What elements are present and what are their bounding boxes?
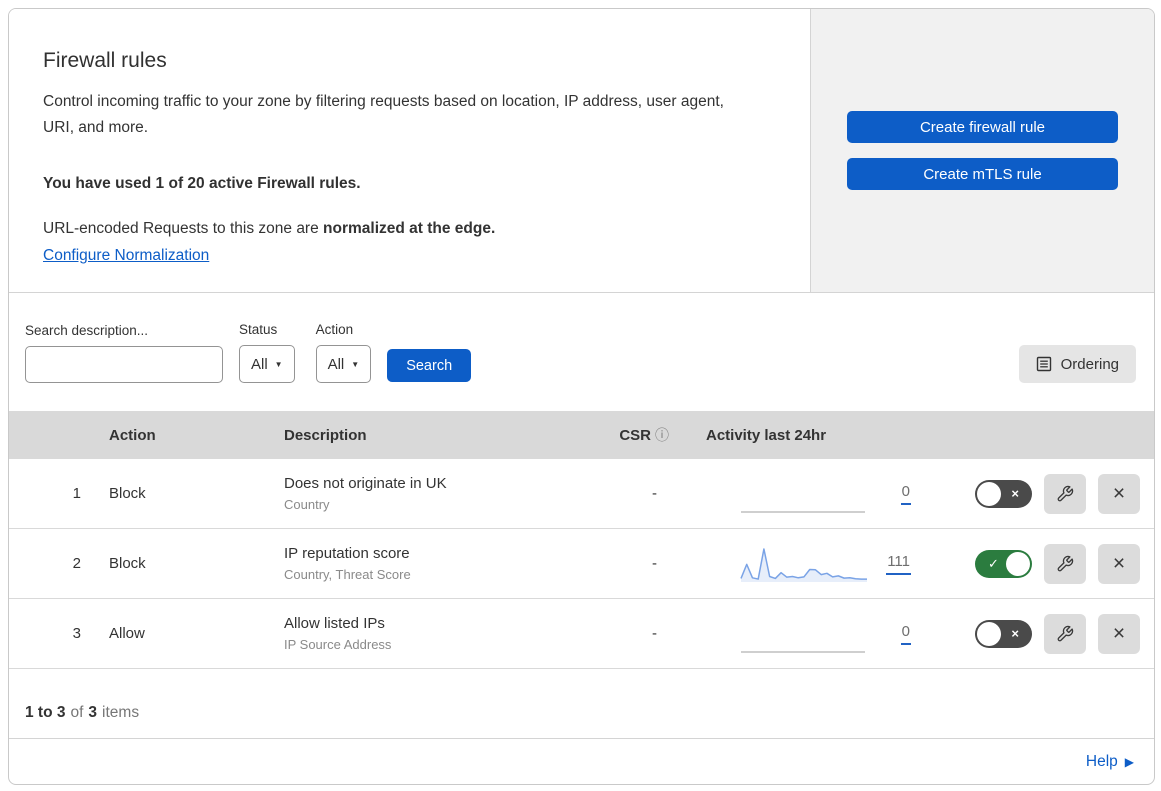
ordering-label: Ordering <box>1060 355 1119 373</box>
rule-action: Block <box>109 555 146 572</box>
search-button[interactable]: Search <box>387 349 472 382</box>
wrench-icon <box>1057 485 1074 501</box>
rule-enable-toggle[interactable]: ✓ × <box>975 549 1032 578</box>
activity-sparkline <box>741 510 865 513</box>
configure-normalization-link[interactable]: Configure Normalization <box>43 247 209 265</box>
action-value: All <box>327 355 345 373</box>
wrench-icon <box>1057 555 1074 571</box>
action-label: Action <box>315 322 354 337</box>
column-activity: Activity last 24hr <box>706 426 827 444</box>
activity-sparkline <box>741 650 865 653</box>
activity-count-link[interactable]: 0 <box>900 623 911 645</box>
status-select[interactable]: All ▼ <box>239 345 295 383</box>
header-text-block: Firewall rules Control incoming traffic … <box>9 9 811 292</box>
header-section: Firewall rules Control incoming traffic … <box>9 9 1154 293</box>
delete-rule-button[interactable]: × <box>1098 473 1140 514</box>
items-range: 1 to 3 <box>25 704 66 721</box>
activity-count-link[interactable]: 0 <box>900 483 911 505</box>
column-csr: CSR ⓘ <box>619 427 669 444</box>
rule-action: Block <box>109 485 146 502</box>
rule-csr: - <box>652 485 657 502</box>
search-input[interactable] <box>44 356 225 373</box>
rule-csr: - <box>652 555 657 572</box>
rule-description: Allow listed IPs <box>284 615 385 632</box>
rule-priority: 2 <box>72 555 81 572</box>
x-icon: × <box>1011 485 1019 501</box>
usage-summary: You have used 1 of 20 active Firewall ru… <box>43 175 361 192</box>
items-total: 3 <box>88 704 98 721</box>
arrow-right-icon: ▶ <box>1124 755 1134 769</box>
rule-description: Does not originate in UK <box>284 475 447 492</box>
wrench-icon <box>1057 625 1074 641</box>
edit-rule-button[interactable] <box>1044 613 1086 654</box>
help-label: Help <box>1085 753 1118 770</box>
rule-priority: 1 <box>72 485 81 502</box>
info-icon: ⓘ <box>655 427 669 443</box>
rule-enable-toggle[interactable]: ✓ × <box>975 619 1032 648</box>
of-text: of <box>70 704 84 721</box>
activity-count-link[interactable]: 111 <box>886 553 911 575</box>
delete-rule-button[interactable]: × <box>1098 613 1140 654</box>
toggle-knob <box>977 621 1001 646</box>
close-icon: × <box>1112 482 1126 505</box>
action-select[interactable]: All ▼ <box>315 345 372 383</box>
rule-fields: Country, Threat Score <box>284 567 411 582</box>
page-title: Firewall rules <box>43 49 167 72</box>
table-row: 2 Block IP reputation score Country, Thr… <box>9 529 1154 599</box>
rule-enable-toggle[interactable]: ✓ × <box>975 479 1032 508</box>
table-header: Action Description CSR ⓘ Activity last 24… <box>9 411 1154 459</box>
activity-sparkline <box>740 547 867 582</box>
chevron-down-icon: ▼ <box>274 359 283 369</box>
items-text: items <box>102 704 140 721</box>
close-icon: × <box>1112 552 1126 575</box>
ordering-button[interactable]: Ordering <box>1018 345 1136 383</box>
rule-description: IP reputation score <box>284 545 410 562</box>
x-icon: × <box>1011 625 1019 641</box>
edit-rule-button[interactable] <box>1044 473 1086 514</box>
delete-rule-button[interactable]: × <box>1098 543 1140 584</box>
page-description: Control incoming traffic to your zone by… <box>43 93 724 136</box>
column-action: Action <box>109 426 156 444</box>
actions-panel: Create firewall rule Create mTLS rule <box>811 9 1154 292</box>
create-mtls-rule-button[interactable]: Create mTLS rule <box>847 158 1118 190</box>
table-row: 1 Block Does not originate in UK Country… <box>9 459 1154 529</box>
edit-rule-button[interactable] <box>1044 543 1086 584</box>
close-icon: × <box>1112 622 1126 645</box>
status-label: Status <box>239 322 278 337</box>
status-value: All <box>251 355 268 373</box>
rule-priority: 3 <box>72 625 81 642</box>
check-icon: ✓ <box>988 555 999 571</box>
filter-bar: Search description... Status All ▼ Actio… <box>9 293 1154 411</box>
search-field[interactable] <box>25 346 225 383</box>
pagination-summary: 1 to 3 of 3 items <box>9 669 1154 739</box>
normalization-bold: normalized at the edge. <box>323 220 496 237</box>
rule-csr: - <box>652 625 657 642</box>
search-label: Search description... <box>25 323 149 338</box>
toggle-knob <box>977 481 1001 506</box>
help-link[interactable]: Help ▶ <box>1086 753 1134 771</box>
table-row: 3 Allow Allow listed IPs IP Source Addre… <box>9 599 1154 669</box>
create-firewall-rule-button[interactable]: Create firewall rule <box>847 111 1118 143</box>
help-row: Help ▶ <box>9 739 1154 784</box>
firewall-rules-card: Firewall rules Control incoming traffic … <box>8 8 1155 785</box>
normalization-text: URL-encoded Requests to this zone are <box>43 220 324 237</box>
rule-action: Allow <box>109 625 145 642</box>
rule-fields: IP Source Address <box>284 637 392 652</box>
column-description: Description <box>284 426 367 444</box>
chevron-down-icon: ▼ <box>351 359 360 369</box>
toggle-knob <box>1006 551 1030 576</box>
ordering-list-icon <box>1036 356 1051 372</box>
rule-fields: Country <box>284 497 330 512</box>
normalization-line: URL-encoded Requests to this zone are no… <box>43 220 770 238</box>
